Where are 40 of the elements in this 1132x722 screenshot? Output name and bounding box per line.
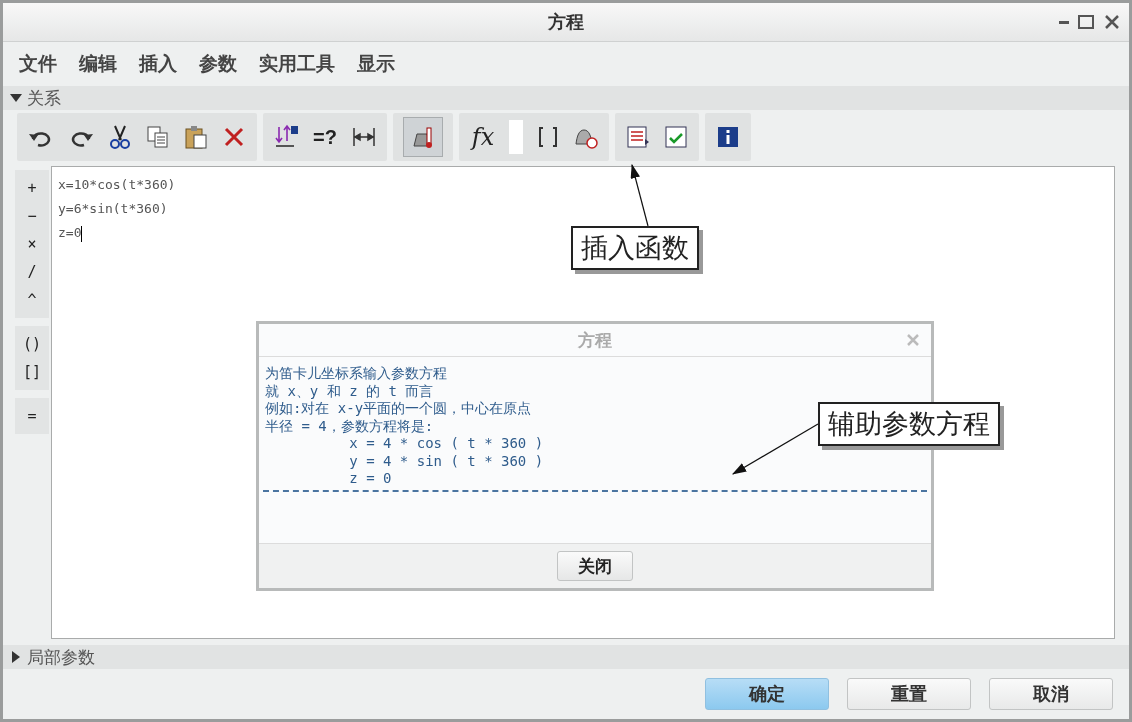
menu-item[interactable]: 实用工具 xyxy=(259,51,335,77)
scissors-icon xyxy=(107,124,133,150)
dialog-button[interactable]: 重置 xyxy=(847,678,971,710)
operator-button[interactable]: − xyxy=(15,202,49,230)
copy-icon xyxy=(145,124,171,150)
menu-item[interactable]: 显示 xyxy=(357,51,395,77)
list-icon xyxy=(625,124,651,150)
code-line: y=6*sin(t*360) xyxy=(58,200,169,218)
section-label: 局部参数 xyxy=(27,645,95,669)
function-button[interactable]: fx xyxy=(469,120,497,154)
evaluate-button[interactable]: =? xyxy=(311,120,339,154)
operator-button[interactable]: () xyxy=(15,330,49,358)
section-toggle[interactable]: 局部参数 xyxy=(9,645,95,669)
menu-item[interactable]: 文件 xyxy=(19,51,57,77)
close-button[interactable]: 关闭 xyxy=(557,551,633,581)
code-line: x=10*cos(t*360) xyxy=(58,176,177,194)
menu-item[interactable]: 编辑 xyxy=(79,51,117,77)
operator-button[interactable]: × xyxy=(15,230,49,258)
paste-icon xyxy=(183,124,209,150)
operator-button[interactable]: ^ xyxy=(15,286,49,314)
dialog-title: 方程 xyxy=(578,328,612,352)
dialog-button[interactable]: 确定 xyxy=(705,678,829,710)
menu-item[interactable]: 参数 xyxy=(199,51,237,77)
minimize-icon xyxy=(1059,20,1069,24)
section-label: 关系 xyxy=(27,86,61,110)
operator-button[interactable]: / xyxy=(15,258,49,286)
checklist-icon xyxy=(663,124,689,150)
section-toggle[interactable]: 关系 xyxy=(9,86,61,110)
code-line: z=0 xyxy=(58,224,84,244)
toggle-button[interactable] xyxy=(403,117,443,157)
window-title: 方程 xyxy=(548,10,584,34)
close-icon xyxy=(905,332,921,348)
menu-item[interactable]: 插入 xyxy=(139,51,177,77)
help-text: 为笛卡儿坐标系输入参数方程 就 x、y 和 z 的 t 而言 例如:对在 x-y平面的一个圆，中心在原点 半径 = 4，参数方程将是: x = 4 * cos ( t * 360 ) y = 4 * sin ( t * 360 ) z = 0 xyxy=(265,365,544,488)
operator-button[interactable]: [] xyxy=(15,358,49,386)
operator-button[interactable]: + xyxy=(15,174,49,202)
info-icon xyxy=(715,124,741,150)
dialog-button[interactable]: 取消 xyxy=(989,678,1113,710)
leader-line xyxy=(630,163,649,227)
parameter-values-icon xyxy=(273,124,299,150)
